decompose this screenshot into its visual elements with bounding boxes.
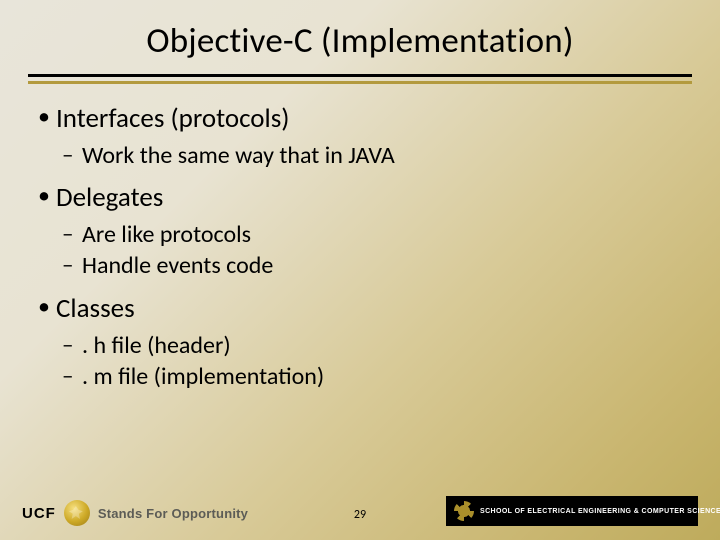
sub-list: Are like protocols Handle events code bbox=[56, 219, 682, 282]
ucf-tagline: Stands For Opportunity bbox=[98, 506, 248, 521]
title-rule bbox=[28, 74, 692, 84]
bullet-list: Interfaces (protocols) Work the same way… bbox=[38, 102, 682, 393]
bullet-text: Delegates bbox=[56, 181, 163, 214]
sub-item: Handle events code bbox=[82, 250, 682, 282]
list-item: Classes . h file (header) . m file (impl… bbox=[56, 292, 682, 393]
bullet-text: Classes bbox=[56, 292, 135, 325]
list-item: Delegates Are like protocols Handle even… bbox=[56, 181, 682, 282]
sub-item: . h file (header) bbox=[82, 330, 682, 362]
rule-gold bbox=[28, 81, 692, 84]
bullet-text: Interfaces (protocols) bbox=[56, 102, 289, 135]
sub-item: Are like protocols bbox=[82, 219, 682, 251]
sub-list: Work the same way that in JAVA bbox=[56, 140, 682, 172]
content-area: Interfaces (protocols) Work the same way… bbox=[28, 102, 692, 393]
ucf-logo-block: UCF Stands For Opportunity bbox=[22, 500, 248, 526]
department-badge: SCHOOL OF ELECTRICAL ENGINEERING & COMPU… bbox=[446, 496, 698, 526]
list-item: Interfaces (protocols) Work the same way… bbox=[56, 102, 682, 171]
slide-title: Objective-C (Implementation) bbox=[28, 20, 692, 62]
footer: UCF Stands For Opportunity 29 SCHOOL OF … bbox=[0, 488, 720, 530]
sub-item: Work the same way that in JAVA bbox=[82, 140, 682, 172]
department-name: SCHOOL OF ELECTRICAL ENGINEERING & COMPU… bbox=[480, 508, 720, 515]
department-seal-icon bbox=[454, 501, 474, 521]
page-number: 29 bbox=[354, 508, 366, 522]
sub-item: . m file (implementation) bbox=[82, 361, 682, 393]
sub-list: . h file (header) . m file (implementati… bbox=[56, 330, 682, 393]
ucf-wordmark: UCF bbox=[22, 505, 56, 522]
pegasus-seal-icon bbox=[64, 500, 90, 526]
slide: Objective-C (Implementation) Interfaces … bbox=[0, 0, 720, 540]
